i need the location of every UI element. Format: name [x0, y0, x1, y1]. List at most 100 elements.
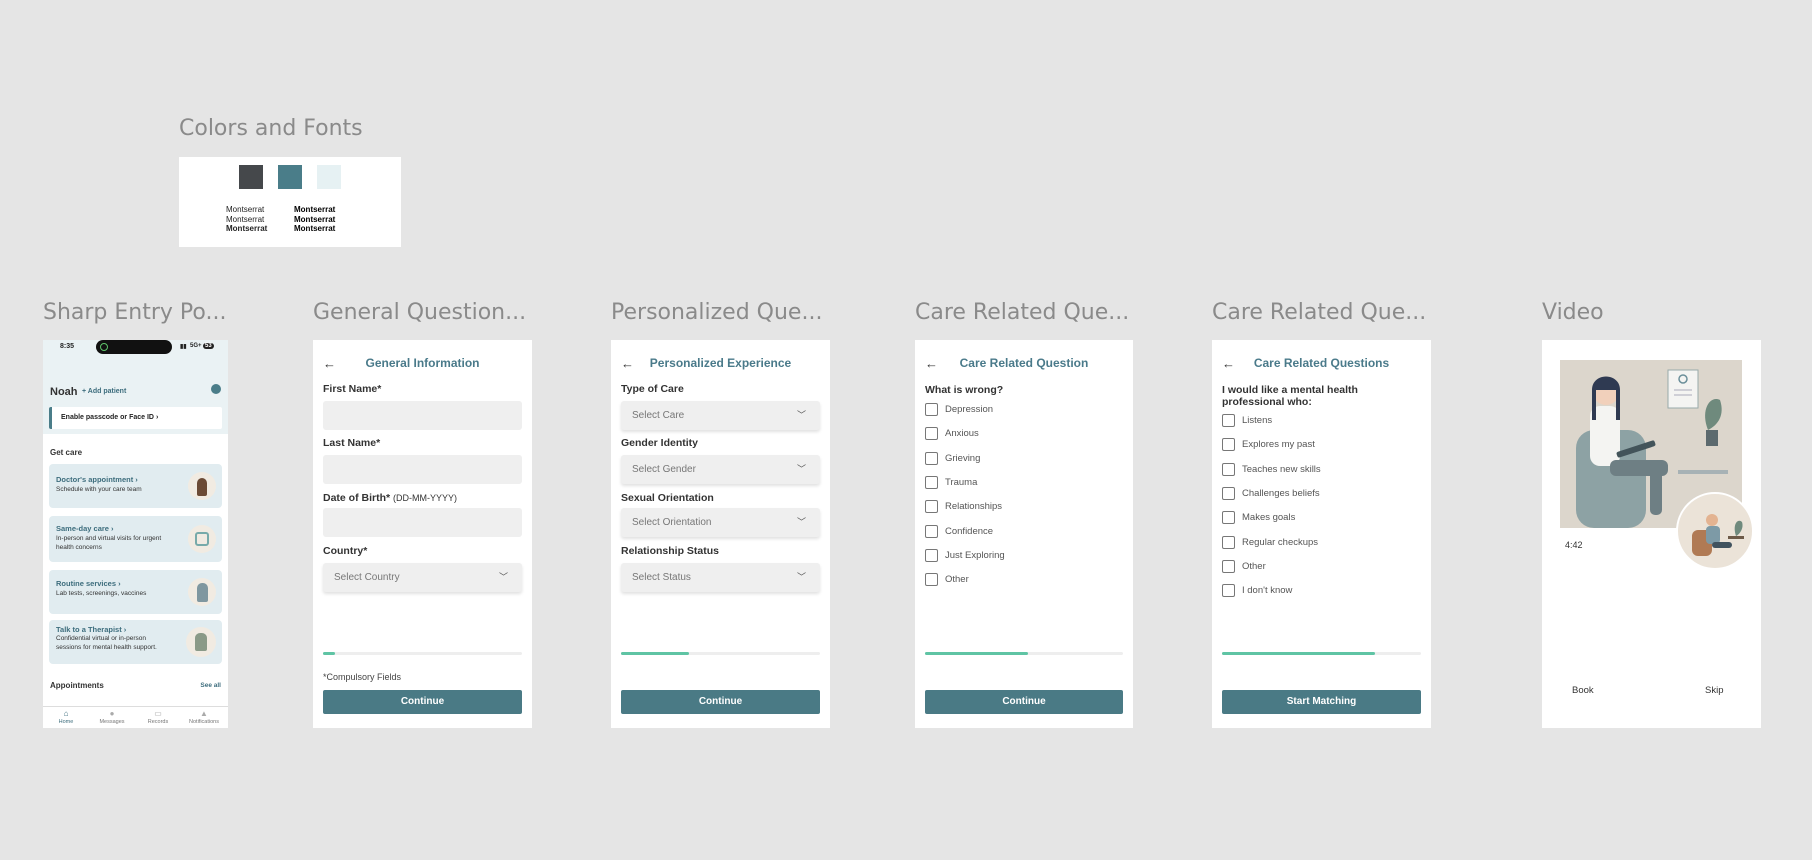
orientation-select[interactable]: Select Orientation ﹀ [621, 508, 820, 537]
care-related-question-screen: ← Care Related Question What is wrong? D… [915, 340, 1133, 728]
checkbox[interactable] [925, 573, 938, 587]
frame-title-care-2[interactable]: Care Related Que... [1212, 300, 1426, 325]
start-matching-button[interactable]: Start Matching [1222, 690, 1421, 714]
font-sample: Montserrat [226, 214, 265, 224]
last-name-input[interactable] [323, 455, 522, 484]
option-label: Trauma [945, 476, 978, 488]
page-title: General Information [365, 356, 480, 370]
checkbox[interactable] [1222, 438, 1235, 452]
routine-avatar [188, 578, 216, 606]
chevron-down-icon: ﹀ [796, 464, 806, 474]
progress-fill [621, 652, 689, 655]
care-card-routine[interactable]: Routine services › Lab tests, screenings… [49, 570, 222, 614]
font-sample: Montserrat [294, 224, 336, 233]
video-screen: 4:42 Book Skip [1542, 340, 1761, 728]
status-select[interactable]: Select Status ﹀ [621, 563, 820, 592]
checkbox[interactable] [1222, 535, 1235, 549]
frame-title-general[interactable]: General Question... [313, 300, 526, 325]
book-button[interactable]: Book [1572, 685, 1594, 696]
checkbox[interactable] [925, 548, 938, 562]
select-placeholder: Select Gender [632, 464, 696, 475]
header: ← Care Related Question [915, 354, 1133, 374]
checkbox[interactable] [1222, 584, 1235, 598]
checkbox[interactable] [925, 524, 938, 538]
header: ← Care Related Questions [1212, 354, 1431, 374]
gender-select[interactable]: Select Gender ﹀ [621, 455, 820, 484]
option-label: Other [1242, 560, 1266, 572]
doctor-avatar [188, 472, 216, 500]
care-card-doctor[interactable]: Doctor's appointment › Schedule with you… [49, 464, 222, 508]
continue-button[interactable]: Continue [323, 690, 522, 714]
care-card-therapist[interactable]: Talk to a Therapist › Confidential virtu… [49, 620, 222, 664]
select-placeholder: Select Orientation [632, 517, 712, 528]
option-label: Depression [945, 404, 994, 415]
dob-input[interactable] [323, 508, 522, 537]
care-related-questions-screen: ← Care Related Questions I would like a … [1212, 340, 1431, 728]
see-all-link[interactable]: See all [200, 682, 221, 689]
profile-icon[interactable] [211, 384, 221, 394]
add-patient-link[interactable]: + Add patient [82, 388, 126, 395]
progress-fill [1222, 652, 1376, 655]
skip-button[interactable]: Skip [1705, 685, 1723, 696]
tab-label: Messages [99, 719, 125, 725]
checkbox[interactable] [1222, 511, 1235, 525]
option-label: Anxious [945, 428, 979, 440]
option-label: Confidence [945, 525, 994, 537]
tab-bar: ⌂ Home ● Messages ▭ Records ▲ Notifications [43, 706, 228, 728]
checkbox[interactable] [925, 451, 938, 465]
checkbox[interactable] [925, 427, 938, 441]
continue-button[interactable]: Continue [925, 690, 1123, 714]
patient-video-bubble[interactable] [1676, 492, 1754, 570]
header: ← Personalized Experience [611, 354, 830, 374]
select-placeholder: Select Country [334, 572, 400, 583]
passcode-banner[interactable]: Enable passcode or Face ID › [49, 407, 222, 429]
message-icon: ● [109, 709, 115, 718]
first-name-input[interactable] [323, 401, 522, 430]
option-label: Teaches new skills [1242, 463, 1321, 475]
page-title: Personalized Experience [649, 356, 792, 370]
banner-label: Enable passcode or Face ID [61, 414, 154, 421]
dob-format-hint: (DD-MM-YYYY) [393, 493, 458, 503]
tab-label: Records [147, 719, 169, 725]
type-of-care-label: Type of Care [621, 383, 684, 395]
option-label: Just Exploring [945, 549, 1005, 561]
frame-title-video[interactable]: Video [1542, 300, 1604, 325]
frame-title-personalized[interactable]: Personalized Que... [611, 300, 822, 325]
option-label: Listens [1242, 415, 1273, 426]
tab-label: Home [58, 719, 74, 725]
network-label: 5G+ [190, 343, 202, 349]
checkbox[interactable] [1222, 462, 1235, 476]
user-name: Noah [50, 386, 78, 398]
colors-card: Montserrat Montserrat Montserrat Montser… [179, 157, 401, 247]
live-activity-icon [100, 343, 108, 351]
country-label: Country* [323, 545, 368, 557]
care-card-same-day[interactable]: Same-day care › In-person and virtual vi… [49, 516, 222, 562]
color-swatch-dark [239, 165, 263, 189]
progress-track [621, 652, 820, 655]
question-text: I would like a mental health professiona… [1222, 384, 1358, 408]
get-care-heading: Get care [50, 448, 83, 457]
frame-title-sharp-entry[interactable]: Sharp Entry Po... [43, 300, 226, 325]
tab-notifications[interactable]: ▲ Notifications [181, 709, 227, 725]
checkbox[interactable] [1222, 559, 1235, 573]
checkbox[interactable] [1222, 486, 1235, 500]
frame-title-care-1[interactable]: Care Related Que... [915, 300, 1129, 325]
appointments-heading: Appointments [50, 681, 104, 690]
tab-home[interactable]: ⌂ Home [43, 709, 89, 725]
video-duration: 4:42 [1565, 540, 1583, 550]
continue-button[interactable]: Continue [621, 690, 820, 714]
checkbox[interactable] [925, 475, 938, 489]
checkbox[interactable] [1222, 414, 1235, 427]
care-select[interactable]: Select Care ﹀ [621, 401, 820, 430]
tab-messages[interactable]: ● Messages [89, 709, 135, 725]
chevron-down-icon: ﹀ [796, 572, 806, 582]
question-text: What is wrong? [925, 384, 1004, 396]
chevron-right-icon: › [155, 414, 159, 421]
checkbox[interactable] [925, 403, 938, 416]
last-name-label: Last Name* [323, 437, 381, 449]
sharp-entry-screen: 8:35 ▮▮ 5G+ 53 Noah + Add patient Enable… [43, 340, 228, 728]
option-label: Challenges beliefs [1242, 487, 1320, 499]
country-select[interactable]: Select Country ﹀ [323, 563, 522, 592]
checkbox[interactable] [925, 500, 938, 514]
tab-records[interactable]: ▭ Records [135, 709, 181, 725]
